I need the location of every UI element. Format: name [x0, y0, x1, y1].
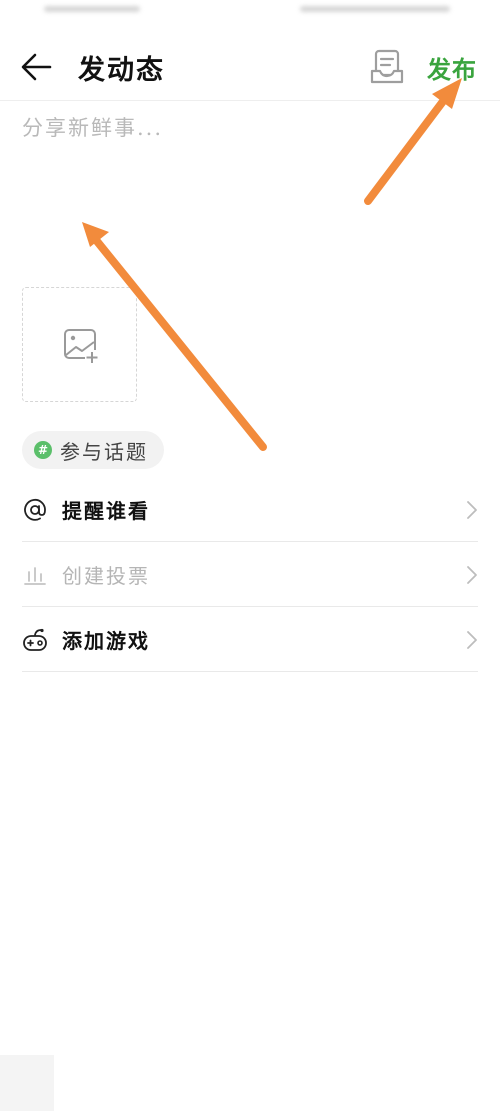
- post-content-input[interactable]: [22, 112, 478, 272]
- add-image-button[interactable]: [22, 287, 137, 402]
- add-photo-icon: [64, 329, 99, 364]
- back-arrow-icon[interactable]: [20, 50, 54, 84]
- chevron-right-icon: [466, 500, 478, 524]
- top-navigation-bar: 发动态 发布: [0, 40, 500, 98]
- poll-icon: [22, 562, 48, 588]
- chevron-right-icon: [466, 565, 478, 589]
- option-label-add-game: 添加游戏: [62, 629, 150, 653]
- gamepad-icon: [22, 627, 48, 653]
- option-row-mention[interactable]: 提醒谁看: [22, 478, 478, 542]
- status-bar-left-blur: [44, 6, 140, 12]
- corner-blur-patch: [0, 1055, 54, 1111]
- option-label-create-poll: 创建投票: [62, 564, 150, 588]
- option-label-mention: 提醒谁看: [62, 499, 150, 523]
- option-row-add-game[interactable]: 添加游戏: [22, 608, 478, 672]
- chevron-right-icon: [466, 630, 478, 654]
- join-topic-button[interactable]: # 参与话题: [22, 431, 164, 469]
- page-title: 发动态: [78, 55, 165, 86]
- option-row-create-poll[interactable]: 创建投票: [22, 543, 478, 607]
- status-bar: [0, 0, 500, 26]
- status-bar-right-blur: [300, 6, 450, 12]
- header-divider: [0, 100, 500, 101]
- at-icon: [22, 497, 48, 523]
- join-topic-label: 参与话题: [60, 439, 148, 464]
- publish-button[interactable]: 发布: [427, 50, 477, 85]
- drafts-box-icon[interactable]: [370, 49, 404, 85]
- hashtag-icon: #: [34, 441, 52, 459]
